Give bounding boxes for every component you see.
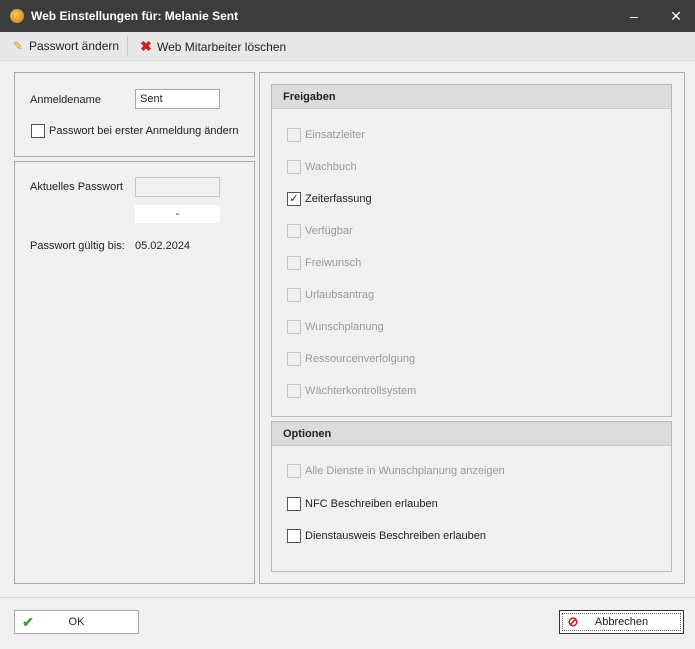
app-icon bbox=[10, 9, 24, 23]
delete-web-employee-label: Web Mitarbeiter löschen bbox=[157, 40, 287, 54]
permission-checkbox bbox=[287, 320, 301, 334]
permission-label: Wächterkontrollsystem bbox=[305, 385, 417, 397]
permission-checkbox bbox=[287, 352, 301, 366]
cancel-label: Abbrechen bbox=[594, 616, 649, 628]
valid-until-label: Passwort gültig bis: bbox=[30, 240, 125, 252]
permission-label: Freiwunsch bbox=[305, 257, 362, 269]
valid-until-value: 05.02.2024 bbox=[135, 240, 191, 252]
permission-checkbox bbox=[287, 384, 301, 398]
title-bar: Web Einstellungen für: Melanie Sent – ✕ bbox=[0, 0, 695, 32]
change-on-first-login-checkbox[interactable] bbox=[31, 124, 45, 138]
delete-web-employee-button[interactable]: ✖ Web Mitarbeiter löschen bbox=[139, 32, 286, 60]
permission-label: Urlaubsantrag bbox=[305, 289, 375, 301]
cancel-button[interactable]: ⊘ Abbrechen bbox=[559, 610, 684, 634]
permission-checkbox bbox=[287, 464, 301, 478]
optionen-header: Optionen bbox=[272, 422, 671, 446]
change-password-label: Passwort ändern bbox=[29, 39, 120, 53]
window-title: Web Einstellungen für: Melanie Sent bbox=[31, 9, 239, 23]
ok-button[interactable]: ✔ OK bbox=[14, 610, 139, 634]
permission-label: Wachbuch bbox=[305, 161, 357, 173]
permission-checkbox bbox=[287, 224, 301, 238]
ok-label: OK bbox=[68, 616, 85, 628]
permission-label: Wunschplanung bbox=[305, 321, 384, 333]
current-password-field bbox=[135, 177, 220, 197]
current-password-label: Aktuelles Passwort bbox=[30, 181, 123, 193]
permission-checkbox[interactable] bbox=[287, 496, 301, 511]
permission-label: Alle Dienste in Wunschplanung anzeigen bbox=[305, 465, 505, 477]
permission-checkbox bbox=[287, 256, 301, 270]
freigaben-header: Freigaben bbox=[272, 85, 671, 109]
delete-x-icon: ✖ bbox=[140, 38, 152, 54]
permission-label: Zeiterfassung bbox=[305, 193, 372, 205]
permission-label: NFC Beschreiben erlauben bbox=[305, 497, 438, 510]
permission-checkbox bbox=[287, 160, 301, 174]
login-panel: Anmeldename Sent Passwort bei erster Anm… bbox=[14, 72, 255, 157]
permission-checkbox bbox=[287, 128, 301, 142]
password-panel: Aktuelles Passwort - Passwort gültig bis… bbox=[14, 161, 255, 584]
change-on-first-login-label: Passwort bei erster Anmeldung ändern bbox=[49, 125, 239, 137]
toolbar: ✎ Passwort ändern ✖ Web Mitarbeiter lösche… bbox=[0, 32, 695, 61]
close-button[interactable]: ✕ bbox=[664, 6, 688, 26]
permission-checkbox bbox=[287, 288, 301, 302]
permission-label: Ressourcenverfolgung bbox=[305, 353, 416, 365]
password-strength-indicator: - bbox=[135, 205, 220, 223]
permission-label: Einsatzleiter bbox=[305, 129, 365, 141]
button-bar: ✔ OK ⊘ Abbrechen bbox=[0, 597, 695, 649]
permission-checkbox[interactable]: ✓ bbox=[287, 192, 301, 206]
username-input[interactable]: Sent bbox=[135, 89, 220, 109]
pencil-icon: ✎ bbox=[12, 39, 24, 53]
permission-checkbox[interactable] bbox=[287, 529, 301, 543]
username-label: Anmeldename bbox=[30, 94, 101, 106]
toolbar-separator bbox=[127, 36, 128, 56]
permission-label: Dienstausweis Beschreiben erlauben bbox=[305, 530, 486, 542]
change-password-button[interactable]: ✎ Passwort ändern bbox=[11, 32, 119, 60]
minimize-button[interactable]: – bbox=[622, 6, 646, 26]
checkmark-icon: ✔ bbox=[22, 614, 34, 630]
permission-label: Verfügbar bbox=[305, 225, 353, 237]
cancel-icon: ⊘ bbox=[567, 614, 579, 629]
